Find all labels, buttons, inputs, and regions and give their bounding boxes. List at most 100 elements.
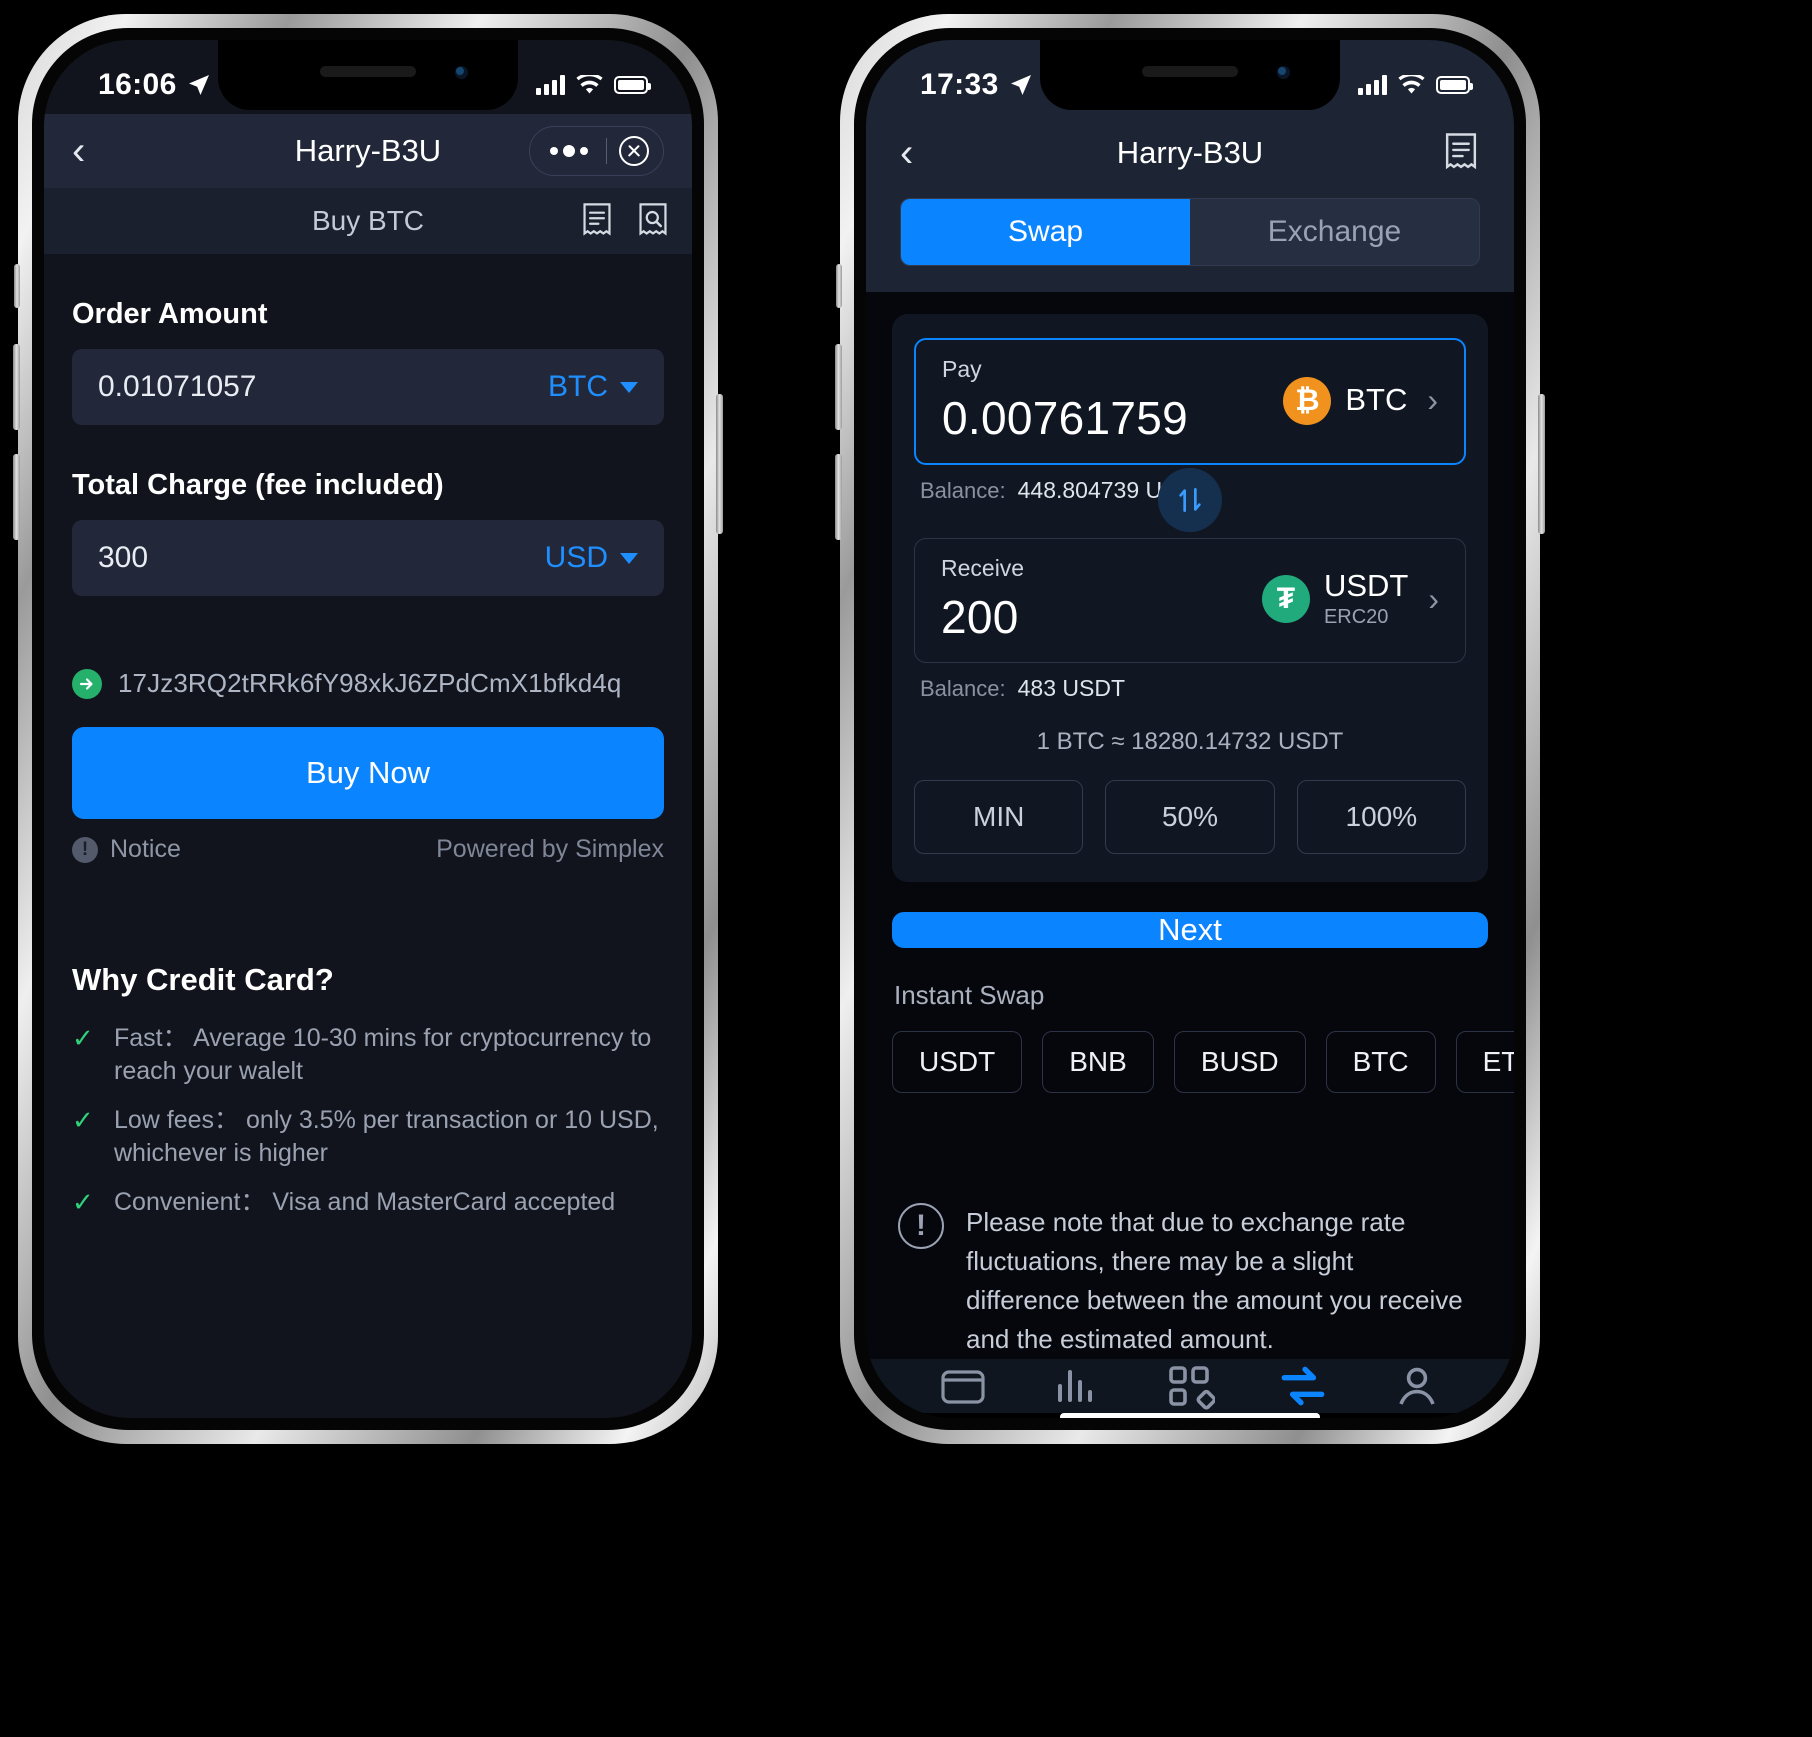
powered-by-label: Powered by Simplex [436,835,664,863]
total-charge-currency-label: USD [544,541,608,574]
wallet-icon[interactable] [937,1360,989,1412]
total-charge-input[interactable]: 300 USD [72,520,664,596]
chip-busd-label: BUSD [1200,1046,1279,1077]
tab-swap[interactable]: Swap [901,199,1190,265]
left-subbar: Buy BTC [44,188,692,254]
bottom-tab-bar [866,1359,1514,1413]
close-circle-icon[interactable] [619,136,649,166]
check-icon: ✓ [72,1187,94,1217]
pay-input[interactable]: Pay 0.00761759 ₿ BTC › [914,338,1466,465]
percent-button-min-label: MIN [973,801,1025,832]
cellular-signal-icon [1358,75,1387,95]
receipt-icon[interactable] [1442,133,1480,173]
order-amount-value: 0.01071057 [98,370,257,403]
front-camera [453,64,470,81]
apps-grid-icon[interactable] [1163,1360,1215,1412]
location-arrow-icon [1009,73,1033,97]
pay-coin-select[interactable]: ₿ BTC › [1283,376,1438,425]
order-amount-currency-select[interactable]: BTC [548,370,638,404]
receive-label: Receive [941,555,1025,581]
subbar-icons [580,203,670,239]
chip-eth[interactable]: ETH [1455,1031,1514,1093]
pay-input-left: Pay 0.00761759 [942,356,1283,445]
chart-icon[interactable] [1050,1360,1102,1412]
mute-switch[interactable] [836,264,842,308]
phone-right-bezel: 17:33 ‹ Harry-B3U Swap Exchange Pay 0.00… [854,28,1526,1430]
swap-direction-button[interactable] [1158,468,1222,532]
receive-input[interactable]: Receive 200 ₮ USDT ERC20 › [914,538,1466,663]
power-button[interactable] [716,394,723,534]
left-navbar: ‹ Harry-B3U [44,114,692,188]
tab-exchange[interactable]: Exchange [1190,199,1479,265]
pill-divider [605,138,607,164]
power-button[interactable] [1538,394,1545,534]
pay-amount: 0.00761759 [942,392,1189,444]
list-item: ✓ Fast： Average 10-30 mins for cryptocur… [72,1022,664,1088]
wifi-icon [576,75,603,95]
tether-icon: ₮ [1261,575,1310,624]
more-dots-icon[interactable] [544,145,594,157]
notice-link[interactable]: ! Notice [72,835,181,864]
receive-coin-select[interactable]: ₮ USDT ERC20 › [1261,570,1439,629]
swap-arrows-icon[interactable] [1276,1359,1330,1413]
receive-input-left: Receive 200 [941,555,1262,644]
chip-busd[interactable]: BUSD [1173,1031,1306,1093]
chip-btc-label: BTC [1352,1046,1409,1077]
chevron-right-icon: › [1427,382,1438,418]
volume-down-button[interactable] [13,454,20,540]
instant-swap-chips: USDT BNB BUSD BTC ETH [892,1031,1514,1093]
phone-right-screen: 17:33 ‹ Harry-B3U Swap Exchange Pay 0.00… [866,40,1514,1418]
percent-button-min[interactable]: MIN [914,780,1084,854]
tab-swap-label: Swap [1007,215,1084,248]
status-time-text: 16:06 [98,68,177,101]
location-arrow-icon [187,73,211,97]
wifi-icon [1398,75,1425,95]
why-credit-card-title: Why Credit Card? [72,962,334,997]
volume-up-button[interactable] [835,344,842,430]
mute-switch[interactable] [14,264,20,308]
destination-address-row[interactable]: 17Jz3RQ2tRRk6fY98xkJ6ZPdCmX1bfkd4q [72,668,664,699]
exclamation-circle-icon: ! [898,1203,944,1249]
chip-bnb-label: BNB [1069,1046,1127,1077]
receive-balance-value: 483 USDT [1017,675,1125,701]
back-button[interactable]: ‹ [72,131,85,171]
next-button[interactable]: Next [892,912,1488,948]
receipt-search-icon[interactable] [636,203,670,239]
percent-buttons: MIN 50% 100% [914,780,1466,854]
status-indicators [1358,75,1473,95]
chip-usdt[interactable]: USDT [892,1031,1023,1093]
volume-up-button[interactable] [13,344,20,430]
chevron-down-icon [620,381,638,393]
status-indicators [536,75,651,95]
swap-card: Pay 0.00761759 ₿ BTC › Balance: 448.8047… [892,314,1488,882]
list-item-text: Fast： Average 10-30 mins for cryptocurre… [114,1024,652,1085]
receipt-icon[interactable] [580,203,614,239]
chevron-right-icon: › [1428,580,1439,617]
receive-balance-row: Balance: 483 USDT [920,675,1466,702]
order-amount-input[interactable]: 0.01071057 BTC [72,349,664,425]
notice-row: ! Notice Powered by Simplex [72,835,664,864]
total-charge-label: Total Charge (fee included) [72,469,444,501]
chip-eth-label: ETH [1482,1046,1514,1077]
check-icon: ✓ [72,1023,94,1053]
cellular-signal-icon [536,75,565,95]
percent-button-50[interactable]: 50% [1105,780,1275,854]
buy-now-button[interactable]: Buy Now [72,727,664,819]
total-charge-currency-select[interactable]: USD [545,541,638,575]
notice-label: Notice [110,835,181,863]
pay-coin-label: BTC [1345,382,1408,418]
profile-icon[interactable] [1391,1360,1443,1412]
buy-form: Order Amount 0.01071057 BTC Total Charge… [44,254,692,1418]
chip-bnb[interactable]: BNB [1042,1031,1154,1093]
exchange-rate-note: ! Please note that due to exchange rate … [898,1203,1474,1359]
notch [1040,40,1340,110]
buy-btc-screen: 16:06 ‹ Harry-B3U Buy BTC Order Amount 0… [44,40,692,1418]
pay-label: Pay [942,356,982,382]
percent-button-100-label: 100% [1345,801,1418,832]
battery-icon [1436,76,1473,94]
chip-btc[interactable]: BTC [1325,1031,1436,1093]
earpiece-speaker [1142,66,1238,77]
receive-coin-network: ERC20 [1323,605,1389,628]
percent-button-100[interactable]: 100% [1296,780,1466,854]
volume-down-button[interactable] [835,454,842,540]
